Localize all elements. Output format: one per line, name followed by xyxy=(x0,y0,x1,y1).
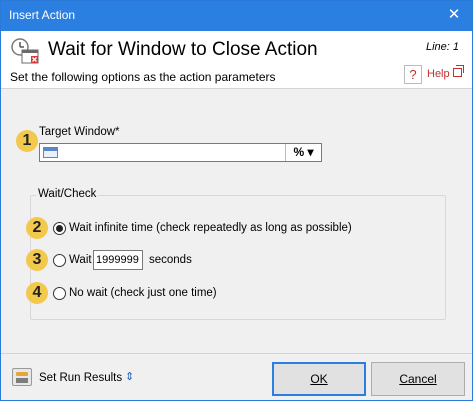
window-icon xyxy=(43,147,58,158)
ok-button[interactable]: OK xyxy=(272,362,366,396)
title-bar: Insert Action ✕ xyxy=(1,1,472,31)
cancel-button-label: Cancel xyxy=(399,372,437,386)
radio-wait-seconds[interactable] xyxy=(53,254,66,267)
help-link[interactable]: Help xyxy=(427,68,450,80)
page-title: Wait for Window to Close Action xyxy=(48,39,318,60)
radio-no-wait[interactable] xyxy=(53,287,66,300)
step-badge-2: 2 xyxy=(26,217,48,239)
target-window-input[interactable]: % ▾ xyxy=(39,143,322,162)
wait-seconds-input[interactable]: 1999999 xyxy=(93,250,143,270)
wait-check-title: Wait/Check xyxy=(36,188,99,200)
radio-wait-infinite[interactable] xyxy=(53,222,66,235)
wait-infinite-label[interactable]: Wait infinite time (check repeatedly as … xyxy=(69,222,352,234)
close-icon[interactable]: ✕ xyxy=(445,6,463,24)
footer-divider xyxy=(1,353,472,354)
help-icon[interactable]: ? xyxy=(404,65,422,84)
page-subtitle: Set the following options as the action … xyxy=(10,70,276,84)
set-run-results-link[interactable]: Set Run Results xyxy=(39,372,122,384)
run-results-icon[interactable] xyxy=(12,368,32,386)
dialog-header: Wait for Window to Close Action Line: 1 … xyxy=(1,31,472,88)
window-title: Insert Action xyxy=(9,8,76,22)
wait-window-icon xyxy=(11,38,39,64)
header-divider xyxy=(1,88,472,89)
cancel-button[interactable]: Cancel xyxy=(371,362,465,396)
expand-icon[interactable]: ⇕ xyxy=(125,370,134,383)
wait-label[interactable]: Wait xyxy=(69,254,92,266)
no-wait-label[interactable]: No wait (check just one time) xyxy=(69,287,217,299)
step-badge-1: 1 xyxy=(16,130,38,152)
seconds-label: seconds xyxy=(149,254,192,266)
target-window-label: Target Window* xyxy=(39,126,120,138)
popout-icon[interactable] xyxy=(453,65,464,77)
ok-button-label: OK xyxy=(310,372,328,386)
line-number: Line: 1 xyxy=(425,41,459,53)
step-badge-3: 3 xyxy=(26,249,48,271)
step-badge-4: 4 xyxy=(26,282,48,304)
insert-action-dialog: Insert Action ✕ Wait for Window to Close… xyxy=(0,0,473,401)
variable-button[interactable]: % ▾ xyxy=(285,144,321,161)
